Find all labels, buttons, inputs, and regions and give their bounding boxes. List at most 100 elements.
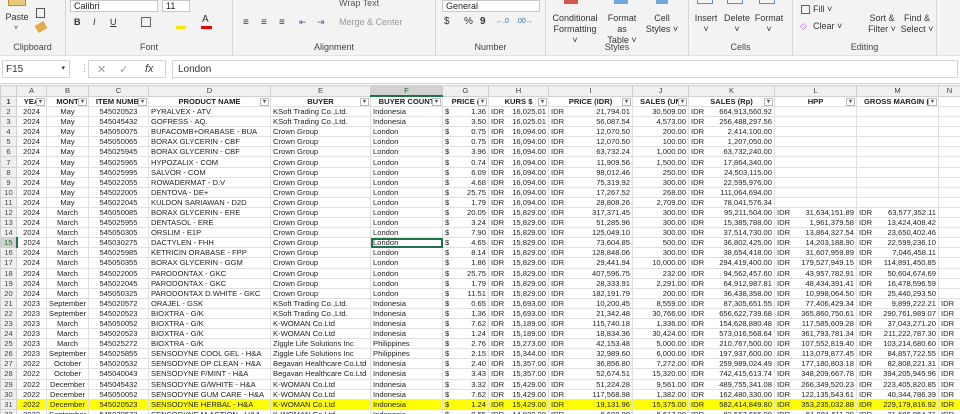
cell[interactable]: IDR 15,693.00 — [488, 297, 549, 309]
filter-dropdown-icon[interactable]: ▾ — [478, 97, 487, 106]
cell[interactable]: IDR 664,913,560.92 — [688, 105, 775, 118]
cell[interactable]: IDR — [938, 297, 960, 309]
cell[interactable]: March — [46, 237, 89, 249]
cell[interactable]: Indonesia — [370, 368, 443, 380]
underline-button[interactable]: U — [110, 17, 117, 28]
cell[interactable]: KETRICIN ORABASE - FPP — [148, 247, 271, 259]
font-color-icon[interactable]: A — [202, 14, 209, 25]
cell[interactable]: IDR 365,860,750.61 — [774, 307, 857, 319]
cell[interactable]: 2023 — [16, 307, 47, 319]
filter-dropdown-icon[interactable]: ▾ — [260, 97, 269, 106]
row-number[interactable]: 15 — [0, 237, 18, 249]
row-number[interactable]: 1 — [0, 95, 17, 107]
cell[interactable]: IDR 113,079,877.45 — [774, 348, 857, 360]
cell[interactable]: $2.40 — [442, 358, 489, 370]
cell[interactable]: Crown Group — [270, 186, 371, 198]
cell[interactable]: 300.00 — [632, 227, 689, 239]
cell[interactable]: May — [46, 105, 89, 118]
cell[interactable]: IDR 15,829.00 — [488, 257, 549, 269]
cell[interactable] — [938, 126, 960, 138]
cell[interactable]: IDR 52,674.51 — [548, 368, 633, 380]
sort-filter-button[interactable]: Sort & Filter ˅ — [863, 13, 901, 35]
cell[interactable]: 545022045 — [88, 196, 149, 208]
align-right-icon[interactable]: ≡ — [279, 17, 285, 28]
cell[interactable] — [938, 237, 960, 249]
formula-input[interactable]: London — [172, 60, 958, 78]
cell[interactable]: March — [46, 287, 89, 299]
cell[interactable]: 1,500.00 — [632, 156, 689, 168]
cell[interactable]: 545045432 — [88, 378, 149, 390]
cell[interactable]: May — [46, 146, 89, 158]
cell[interactable]: IDR 154,628,880.48 — [688, 317, 775, 330]
cell[interactable]: IDR 15,829.00 — [488, 277, 549, 289]
filter-dropdown-icon[interactable]: ▾ — [622, 97, 631, 106]
cell[interactable]: London — [370, 257, 443, 269]
cell[interactable]: IDR 83,567,666.00 — [688, 408, 775, 414]
cell[interactable]: December — [46, 378, 89, 390]
cell[interactable]: $1.79 — [442, 196, 489, 208]
cell[interactable]: BORAX GLYCERIN - ERE — [148, 206, 271, 219]
cell[interactable]: 5,000.00 — [632, 338, 689, 350]
cell[interactable]: $7.62 — [442, 317, 489, 330]
cell[interactable]: March — [46, 277, 89, 289]
cell[interactable]: IDR 37,043,271.20 — [856, 317, 939, 330]
cell[interactable] — [938, 217, 960, 229]
cell[interactable]: IDR — [938, 338, 960, 350]
cell[interactable] — [856, 186, 939, 198]
cell[interactable]: Crown Group — [270, 146, 371, 158]
cell[interactable]: SENSODYNE F/MINT - H&A — [148, 368, 271, 380]
cell[interactable]: IDR 18,834.36 — [548, 328, 633, 340]
cell[interactable]: IDR 37,514,730.00 — [688, 227, 775, 239]
cell[interactable]: Indonesia — [370, 328, 443, 340]
cell[interactable]: London — [370, 247, 443, 259]
cell[interactable]: IDR 31,686,054.71 — [856, 408, 939, 414]
cell[interactable]: KSoft Trading Co.,Ltd. — [270, 297, 371, 309]
column-header-C[interactable]: C — [88, 85, 149, 97]
fill-button[interactable]: Fill ˅ — [813, 4, 832, 15]
row-number[interactable]: 10 — [0, 186, 17, 198]
cell[interactable]: 2023 — [16, 338, 47, 350]
cell[interactable]: 8,617.00 — [632, 408, 689, 414]
filter-dropdown-icon[interactable]: ▾ — [36, 97, 45, 106]
cell[interactable]: London — [370, 146, 443, 158]
row-number[interactable]: 7 — [0, 156, 17, 168]
cell[interactable]: IDR 13,864,327.54 — [774, 227, 857, 239]
cell[interactable]: September — [46, 297, 89, 309]
cell[interactable] — [938, 136, 960, 148]
cell[interactable]: 545050325 — [88, 287, 149, 299]
cell[interactable]: $1.36 — [442, 105, 489, 118]
cell[interactable]: 9,561.00 — [632, 378, 689, 390]
cell[interactable] — [938, 257, 960, 269]
cell[interactable]: IDR 31,607,959.89 — [774, 247, 857, 259]
cell[interactable]: Indonesia — [370, 358, 443, 370]
column-header-E[interactable]: E — [270, 85, 371, 97]
filter-dropdown-icon[interactable]: ▾ — [846, 97, 855, 106]
cell[interactable]: 2022 — [16, 388, 47, 400]
header-cell[interactable]: PRICE (▾ — [442, 95, 489, 107]
cell[interactable]: IDR 489,755,341.08 — [688, 378, 775, 390]
cell[interactable]: Indonesia — [370, 105, 443, 118]
cell[interactable]: BORAX GLYCERIN - CBF — [148, 136, 271, 148]
cell[interactable]: 15,375.00 — [632, 398, 689, 410]
cell[interactable]: 2024 — [16, 166, 47, 178]
header-cell[interactable]: GROSS MARGIN (I ▾ — [856, 95, 939, 107]
enter-icon[interactable]: ✓ — [119, 63, 128, 76]
cell[interactable]: IDR 10,998,064.50 — [774, 287, 857, 299]
cell[interactable]: 2022 — [16, 378, 47, 390]
cell[interactable]: IDR 63,577,352.11 — [856, 206, 939, 219]
cell[interactable]: IDR 51,881,611.29 — [774, 408, 857, 414]
cancel-icon[interactable]: ✕ — [97, 63, 106, 76]
cell[interactable]: $25.75 — [442, 267, 489, 279]
cell[interactable] — [938, 95, 960, 107]
cell[interactable]: IDR 36,438,358.00 — [688, 287, 775, 299]
cell[interactable] — [856, 136, 939, 148]
cell[interactable]: 2024 — [16, 257, 47, 269]
row-number[interactable]: 32 — [0, 408, 17, 414]
row-number[interactable]: 11 — [0, 196, 17, 208]
cell[interactable]: 4,573.00 — [632, 116, 689, 128]
header-cell[interactable]: PRODUCT NAME ▾ — [148, 95, 271, 107]
column-header-D[interactable]: D — [148, 85, 271, 97]
filter-dropdown-icon[interactable]: ▾ — [138, 97, 147, 106]
cell[interactable]: London — [370, 287, 443, 299]
cell[interactable]: PARODONTAX - GKC — [148, 267, 271, 279]
